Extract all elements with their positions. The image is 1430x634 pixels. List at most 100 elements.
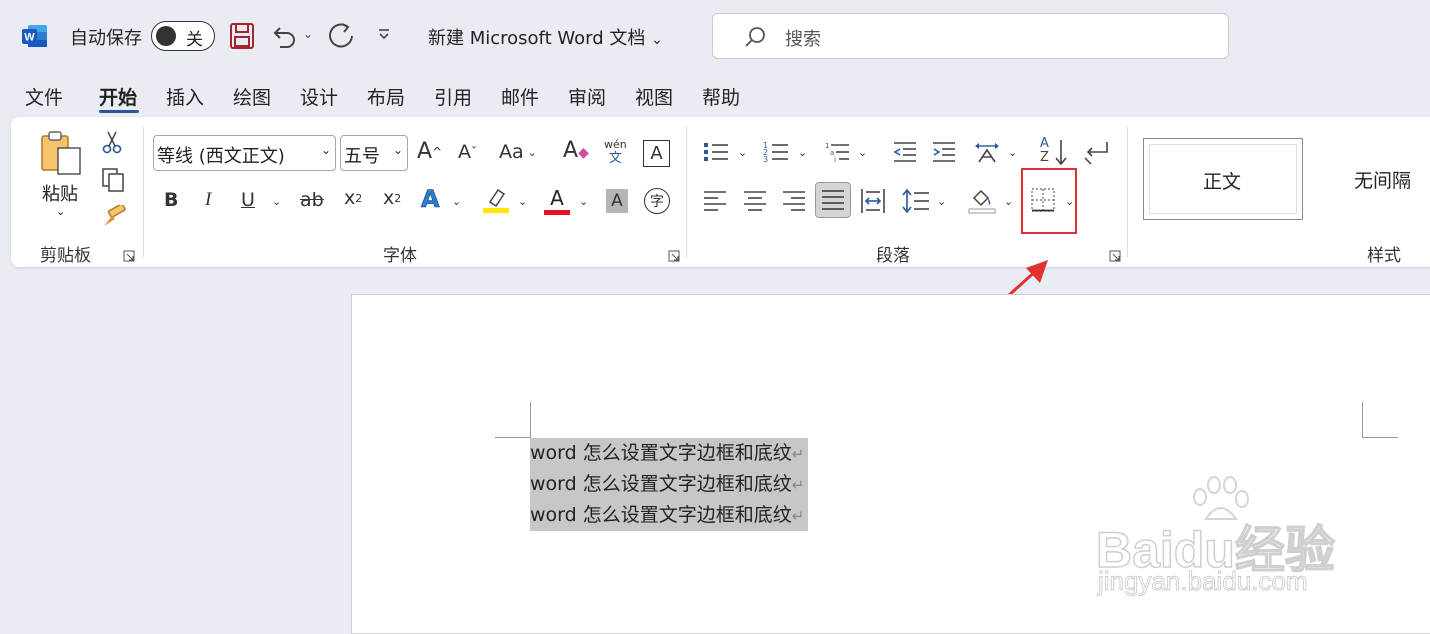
show-marks-icon[interactable] xyxy=(1083,140,1111,170)
document-line[interactable]: word 怎么设置文字边框和底纹↵ xyxy=(530,469,809,500)
char-shading-button[interactable]: A xyxy=(606,189,628,213)
redo-icon[interactable] xyxy=(328,21,356,55)
toggle-knob xyxy=(156,26,176,46)
format-painter-icon[interactable] xyxy=(101,203,127,233)
bold-button[interactable]: B xyxy=(164,189,178,211)
style-no-spacing[interactable]: 无间隔 xyxy=(1354,166,1411,193)
multilevel-list-icon[interactable]: 1ai xyxy=(825,140,851,168)
search-icon xyxy=(745,27,765,47)
document-line[interactable]: word 怎么设置文字边框和底纹↵ xyxy=(530,500,809,531)
underline-dropdown-icon[interactable]: ⌄ xyxy=(272,195,281,208)
align-left-icon[interactable] xyxy=(703,190,727,216)
cut-icon[interactable] xyxy=(101,130,123,158)
underline-button[interactable]: U xyxy=(241,189,255,211)
tab-file[interactable]: 文件 xyxy=(25,83,63,110)
document-line[interactable]: word 怎么设置文字边框和底纹↵ xyxy=(530,438,809,469)
shrink-font-button[interactable]: Aˇ xyxy=(458,141,477,163)
increase-indent-icon[interactable] xyxy=(931,140,957,168)
document-title[interactable]: 新建 Microsoft Word 文档 ⌄ xyxy=(428,24,663,50)
highlight-dropdown-icon[interactable]: ⌄ xyxy=(518,195,527,208)
clipboard-launcher-icon[interactable] xyxy=(123,247,135,266)
italic-button[interactable]: I xyxy=(205,189,211,211)
svg-text:1: 1 xyxy=(825,142,829,150)
customize-toolbar-icon[interactable] xyxy=(377,26,391,46)
tab-view[interactable]: 视图 xyxy=(635,83,673,110)
superscript-icon: x xyxy=(383,187,395,209)
tab-review[interactable]: 审阅 xyxy=(568,83,606,110)
tab-help[interactable]: 帮助 xyxy=(702,83,740,110)
tab-draw[interactable]: 绘图 xyxy=(233,83,271,110)
group-label-styles: 样式 xyxy=(1367,246,1401,266)
subscript-button[interactable]: x2 xyxy=(344,187,362,209)
undo-icon[interactable] xyxy=(272,22,298,54)
grow-font-icon: A xyxy=(417,139,433,164)
tab-home[interactable]: 开始 xyxy=(99,83,137,110)
paragraph-mark: ↵ xyxy=(791,445,805,463)
margin-corner-mark xyxy=(1362,402,1363,438)
tab-layout[interactable]: 布局 xyxy=(367,83,405,110)
tab-design[interactable]: 设计 xyxy=(300,83,338,110)
paste-label: 粘贴 xyxy=(42,184,78,205)
justify-button[interactable] xyxy=(815,182,851,218)
line-spacing-dropdown-icon[interactable]: ⌄ xyxy=(937,195,946,208)
tab-insert[interactable]: 插入 xyxy=(166,83,204,110)
font-color-button[interactable]: A xyxy=(544,186,570,215)
superscript-mark: 2 xyxy=(394,191,402,205)
margin-corner-mark xyxy=(1362,437,1398,438)
svg-text:W: W xyxy=(24,32,35,44)
subscript-mark: 2 xyxy=(355,191,363,205)
sort-z-label: Z xyxy=(1040,150,1049,165)
font-color-dropdown-icon[interactable]: ⌄ xyxy=(579,195,588,208)
paragraph-mark: ↵ xyxy=(791,476,805,494)
tab-mailings[interactable]: 邮件 xyxy=(501,83,539,110)
group-label-font: 字体 xyxy=(383,246,417,266)
font-launcher-icon[interactable] xyxy=(668,247,680,266)
bullets-dropdown-icon[interactable]: ⌄ xyxy=(738,146,747,159)
search-box[interactable]: 搜索 xyxy=(712,13,1229,59)
font-size-select[interactable]: 五号 ⌄ xyxy=(340,135,408,171)
chevron-down-icon: ⌄ xyxy=(392,143,403,157)
document-line-text: word 怎么设置文字边框和底纹 xyxy=(530,473,792,495)
numbering-dropdown-icon[interactable]: ⌄ xyxy=(798,146,807,159)
decrease-indent-icon[interactable] xyxy=(892,140,918,168)
font-name-select[interactable]: 等线 (西文正文) ⌄ xyxy=(153,135,336,171)
copy-icon[interactable] xyxy=(101,167,125,197)
font-name-value: 等线 (西文正文) xyxy=(157,146,285,167)
shading-dropdown-icon[interactable]: ⌄ xyxy=(1004,195,1013,208)
char-border-button[interactable]: A xyxy=(643,140,670,167)
undo-dropdown-icon[interactable]: ⌄ xyxy=(303,27,313,41)
paste-dropdown-icon[interactable]: ⌄ xyxy=(56,205,65,218)
text-effect-dropdown-icon[interactable]: ⌄ xyxy=(452,195,461,208)
paste-button[interactable] xyxy=(38,130,84,180)
phonetic-guide-button[interactable]: wén 文 xyxy=(604,138,627,166)
autosave-toggle[interactable]: 关 xyxy=(151,21,215,51)
clear-format-button[interactable]: A◆ xyxy=(563,138,589,163)
style-normal[interactable]: 正文 xyxy=(1143,138,1303,220)
tab-references[interactable]: 引用 xyxy=(434,83,472,110)
line-spacing-icon[interactable] xyxy=(902,188,930,218)
shrink-font-icon: A xyxy=(458,141,471,163)
paragraph-launcher-icon[interactable] xyxy=(1109,247,1121,266)
change-case-button[interactable]: Aa ⌄ xyxy=(499,141,537,163)
chevron-down-icon: ⌄ xyxy=(651,32,663,48)
paragraph-mark: ↵ xyxy=(791,507,805,525)
numbering-icon[interactable]: 123 xyxy=(763,140,789,168)
save-icon[interactable] xyxy=(229,22,255,54)
superscript-button[interactable]: x2 xyxy=(383,187,401,209)
strikethrough-button[interactable]: ab xyxy=(300,189,324,211)
grow-font-button[interactable]: A ^ xyxy=(417,139,442,164)
distributed-icon[interactable] xyxy=(860,188,886,218)
shading-icon[interactable] xyxy=(968,186,996,218)
highlight-button[interactable] xyxy=(482,186,510,218)
multilevel-dropdown-icon[interactable]: ⌄ xyxy=(858,146,867,159)
word-logo-icon: W xyxy=(22,24,48,48)
text-direction-dropdown-icon[interactable]: ⌄ xyxy=(1008,146,1017,159)
enclose-char-button[interactable]: 字 xyxy=(644,188,670,214)
bullets-icon[interactable] xyxy=(703,140,729,168)
align-right-icon[interactable] xyxy=(782,190,806,216)
text-effect-button[interactable]: A xyxy=(421,185,440,214)
paste-icon xyxy=(41,131,81,175)
group-label-paragraph: 段落 xyxy=(876,246,910,266)
align-center-icon[interactable] xyxy=(743,190,767,216)
text-direction-icon[interactable] xyxy=(973,140,1001,168)
